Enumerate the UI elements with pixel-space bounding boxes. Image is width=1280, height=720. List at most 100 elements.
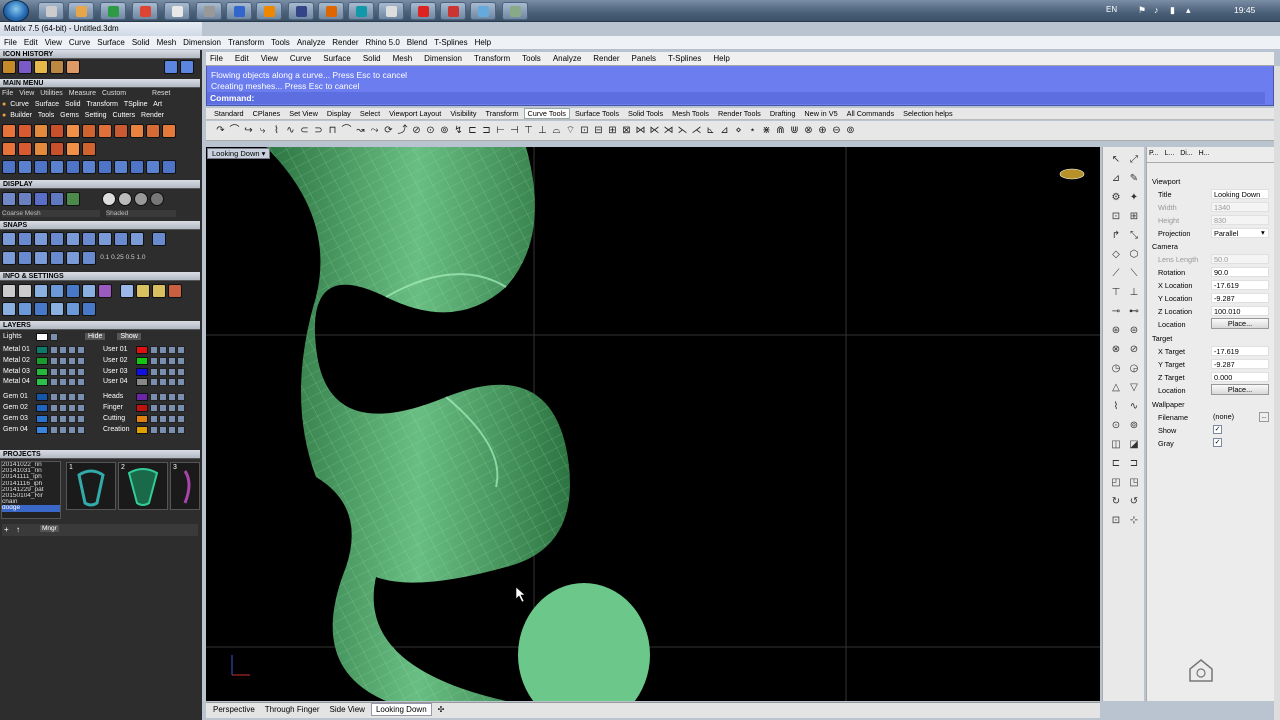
- network-icon[interactable]: ▮: [1170, 5, 1175, 16]
- tool-f-icon[interactable]: [82, 124, 96, 138]
- curve-tool-42-icon[interactable]: ⋓: [788, 124, 801, 137]
- curve-tool-25-icon[interactable]: ⌓: [550, 124, 563, 137]
- side-tool-9-icon[interactable]: ↱: [1109, 229, 1123, 243]
- layer-visibility-icon[interactable]: [50, 414, 58, 423]
- layer-color-swatch[interactable]: [36, 356, 48, 365]
- history-line-icon[interactable]: [18, 60, 32, 74]
- tool-y-icon[interactable]: [114, 160, 128, 174]
- layer-select-icon[interactable]: [168, 356, 176, 365]
- lights-swatch[interactable]: [36, 333, 48, 341]
- taskbar-app-16[interactable]: [502, 2, 528, 20]
- layer-row[interactable]: Metal 01: [2, 346, 86, 356]
- side-tool-29-icon[interactable]: ⊙: [1109, 419, 1123, 433]
- rhino-menu-surface[interactable]: Surface: [323, 54, 351, 63]
- xtarget-field[interactable]: -17.619: [1211, 346, 1269, 356]
- layer-name[interactable]: Creation: [102, 426, 136, 433]
- mm-reset-link[interactable]: Reset: [152, 90, 170, 97]
- show-button[interactable]: Show: [117, 333, 141, 340]
- info-b-icon[interactable]: [18, 284, 32, 298]
- layer-row[interactable]: Gem 02: [2, 404, 86, 414]
- history-forward-icon[interactable]: [180, 60, 195, 74]
- layer-visibility-icon[interactable]: [50, 346, 58, 354]
- add-project-icon[interactable]: +: [4, 525, 9, 534]
- rhino-menu-mesh[interactable]: Mesh: [393, 54, 413, 63]
- layer-name[interactable]: Metal 03: [2, 368, 36, 375]
- layer-color-swatch[interactable]: [136, 367, 148, 376]
- snap-value-3[interactable]: 0.5: [126, 254, 135, 261]
- tool-j-icon[interactable]: [146, 124, 160, 138]
- display-shade-icon[interactable]: [18, 192, 32, 206]
- layer-options-icon[interactable]: [177, 346, 185, 354]
- curve-tool-5-icon[interactable]: ⌇: [270, 124, 283, 137]
- tab-display[interactable]: Display: [323, 108, 355, 119]
- mm-view-link[interactable]: View: [19, 90, 34, 97]
- layer-visibility-icon[interactable]: [150, 356, 158, 365]
- twisted-mesh-model[interactable]: [266, 147, 650, 701]
- clock[interactable]: 19:45: [1234, 5, 1255, 15]
- yloc-field[interactable]: -9.287: [1211, 293, 1269, 303]
- side-tool-17-icon[interactable]: ⊸: [1109, 305, 1123, 319]
- tab-set-view[interactable]: Set View: [285, 108, 322, 119]
- curve-tool-8-icon[interactable]: ⊃: [312, 124, 325, 137]
- menu-tools[interactable]: Tools: [271, 38, 290, 47]
- info-q-icon[interactable]: [82, 302, 96, 316]
- layer-row[interactable]: Gem 04: [2, 425, 86, 436]
- snap-value-1[interactable]: 0.1: [100, 254, 109, 261]
- layer-options-icon[interactable]: [77, 404, 85, 412]
- rhino-menu-view[interactable]: View: [261, 54, 278, 63]
- menu-file[interactable]: File: [4, 38, 17, 47]
- curve-tool-32-icon[interactable]: ⋉: [648, 124, 661, 137]
- tool-a-icon[interactable]: [2, 124, 16, 138]
- layer-color-swatch[interactable]: [36, 425, 48, 434]
- tool-ab-icon[interactable]: [162, 160, 176, 174]
- layer-options-icon[interactable]: [177, 378, 185, 387]
- layer-options-icon[interactable]: [77, 393, 85, 402]
- snap-int-icon[interactable]: [82, 232, 96, 246]
- curve-tool-19-icon[interactable]: ⊏: [466, 124, 479, 137]
- rhino-menu-panels[interactable]: Panels: [632, 54, 656, 63]
- side-tool-3-icon[interactable]: ⊿: [1109, 172, 1123, 186]
- tool-b-icon[interactable]: [18, 124, 32, 138]
- cat-setting[interactable]: Setting: [85, 112, 107, 119]
- browse-button[interactable]: ...: [1259, 412, 1269, 422]
- tab-solid-tools[interactable]: Solid Tools: [624, 108, 667, 119]
- tab-transform[interactable]: Transform: [482, 108, 523, 119]
- rhino-menu-render[interactable]: Render: [593, 54, 619, 63]
- rhino-menu-solid[interactable]: Solid: [363, 54, 381, 63]
- tab-viewport-layout[interactable]: Viewport Layout: [385, 108, 445, 119]
- tab-surface-tools[interactable]: Surface Tools: [571, 108, 623, 119]
- layer-visibility-icon[interactable]: [150, 367, 158, 376]
- curve-tool-37-icon[interactable]: ⊿: [718, 124, 731, 137]
- project-thumbnail-1[interactable]: 1: [66, 462, 116, 510]
- layer-color-swatch[interactable]: [36, 404, 48, 412]
- side-tool-21-icon[interactable]: ⊗: [1109, 343, 1123, 357]
- xloc-field[interactable]: -17.619: [1211, 280, 1269, 290]
- side-tool-35-icon[interactable]: ◰: [1109, 476, 1123, 490]
- tab-drafting[interactable]: Drafting: [766, 108, 800, 119]
- layer-row[interactable]: Metal 04: [2, 378, 86, 388]
- layer-visibility-icon[interactable]: [50, 393, 58, 402]
- layer-name[interactable]: User 04: [102, 378, 136, 385]
- layer-lock-icon[interactable]: [159, 404, 167, 412]
- tab-properties[interactable]: P...: [1149, 150, 1159, 157]
- ztarget-field[interactable]: 0.000: [1211, 372, 1269, 382]
- command-prompt[interactable]: Command:: [207, 92, 1265, 104]
- cat-cutters[interactable]: Cutters: [113, 112, 136, 119]
- speaker-icon[interactable]: ♪: [1154, 5, 1159, 15]
- layer-color-swatch[interactable]: [36, 346, 48, 354]
- rhino-menu-tools[interactable]: Tools: [522, 54, 541, 63]
- display-render-icon[interactable]: [34, 192, 48, 206]
- side-tool-10-icon[interactable]: ⤡: [1127, 229, 1141, 243]
- curve-tool-6-icon[interactable]: ∿: [284, 124, 297, 137]
- layer-select-icon[interactable]: [68, 425, 76, 434]
- side-tool-15-icon[interactable]: ⊤: [1109, 286, 1123, 300]
- side-tool-25-icon[interactable]: △: [1109, 381, 1123, 395]
- info-e-icon[interactable]: [66, 284, 80, 298]
- history-arc-icon[interactable]: [34, 60, 48, 74]
- layer-select-icon[interactable]: [168, 346, 176, 354]
- layer-select-icon[interactable]: [68, 367, 76, 376]
- tool-aa-icon[interactable]: [146, 160, 160, 174]
- info-g-icon[interactable]: [98, 284, 112, 298]
- side-tool-32-icon[interactable]: ◪: [1127, 438, 1141, 452]
- rhino-menu-curve[interactable]: Curve: [290, 54, 311, 63]
